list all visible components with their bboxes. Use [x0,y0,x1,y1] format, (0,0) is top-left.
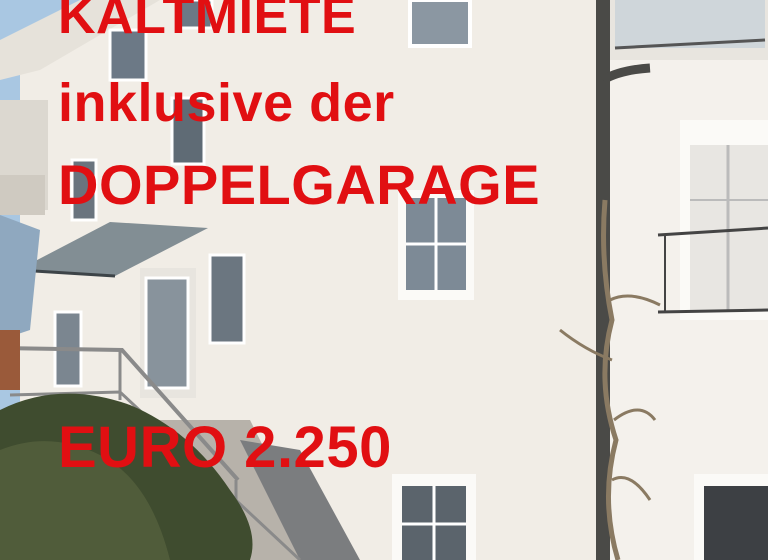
window [108,28,148,82]
entrance-door [144,276,190,390]
window [408,0,472,48]
window [178,0,214,30]
window [208,253,246,345]
window [704,486,768,560]
listing-photo: KALTMIETE inklusive der DOPPELGARAGE EUR… [0,0,768,560]
house-photo [0,0,768,560]
window [70,158,98,222]
window [170,96,206,166]
